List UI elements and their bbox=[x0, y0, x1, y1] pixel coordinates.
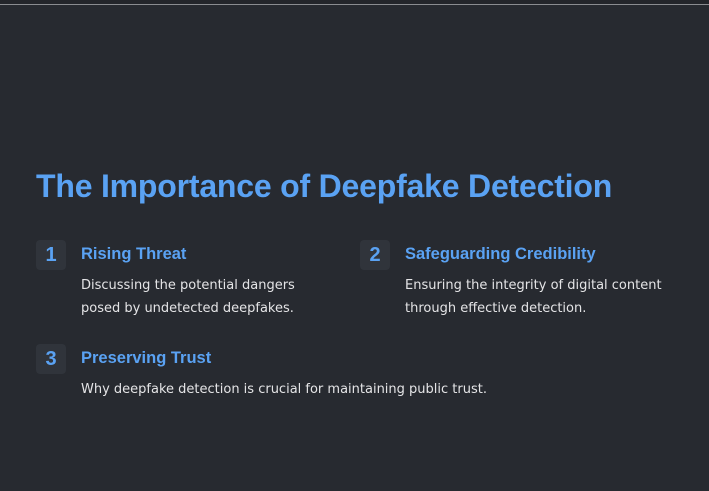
slide-title: The Importance of Deepfake Detection bbox=[36, 168, 613, 204]
number-badge: 3 bbox=[36, 344, 66, 374]
number-badge: 1 bbox=[36, 240, 66, 270]
top-divider bbox=[0, 0, 709, 5]
point-description: Why deepfake detection is crucial for ma… bbox=[81, 382, 487, 397]
point-title: Preserving Trust bbox=[81, 349, 212, 367]
point-title: Safeguarding Credibility bbox=[405, 245, 596, 263]
number-badge: 2 bbox=[360, 240, 390, 270]
point-description: Discussing the potential dangers posed b… bbox=[81, 278, 295, 316]
point-description: Ensuring the integrity of digital conten… bbox=[405, 278, 662, 316]
point-title: Rising Threat bbox=[81, 245, 187, 263]
